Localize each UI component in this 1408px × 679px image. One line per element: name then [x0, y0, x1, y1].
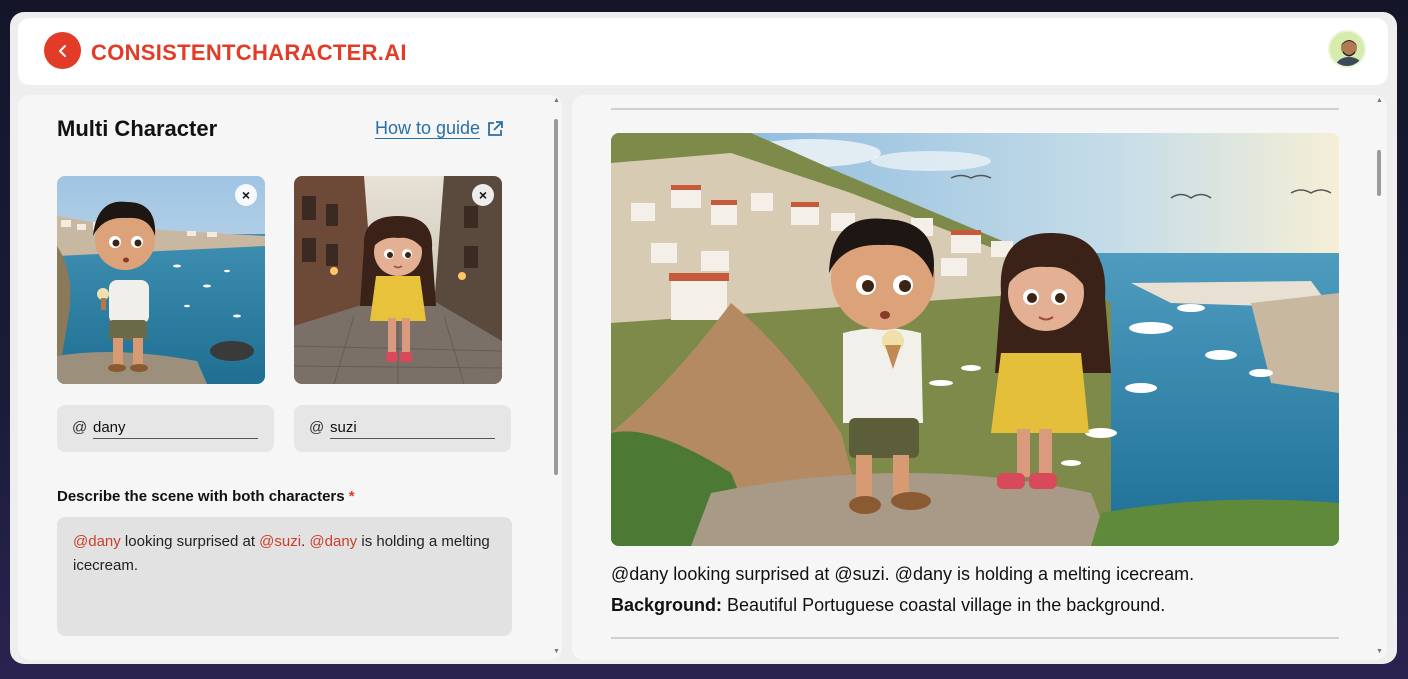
brand-logo[interactable]: CONSISTENTCHARACTER.AI — [91, 40, 407, 66]
at-sign: @ — [309, 419, 325, 436]
panel-title: Multi Character — [57, 116, 218, 141]
character-name-input[interactable] — [93, 417, 258, 439]
top-bar: CONSISTENTCHARACTER.AI — [18, 18, 1388, 85]
left-panel: Multi Character How to guide × × @ dany … — [18, 95, 562, 660]
character-name-input[interactable] — [330, 417, 495, 439]
background-label: Background: — [611, 595, 723, 615]
how-to-guide-label: How to guide — [375, 118, 481, 138]
scroll-up-arrow[interactable]: ▲ — [1376, 97, 1383, 104]
chevron-left-icon — [58, 44, 66, 57]
mention-suzi: @suzi — [259, 533, 302, 550]
how-to-guide-link[interactable]: How to guide — [375, 118, 504, 139]
scene-label: Describe the scene with both characters … — [57, 488, 355, 505]
right-scrollbar-thumb[interactable] — [1377, 150, 1381, 196]
external-link-icon — [488, 120, 503, 136]
background-value: Beautiful Portuguese coastal village in … — [722, 595, 1166, 615]
at-sign: @ — [72, 419, 88, 436]
mention-dany: @dany — [73, 533, 121, 550]
remove-character-button[interactable]: × — [235, 184, 257, 206]
mention-dany: @dany — [309, 533, 358, 550]
divider — [611, 108, 1339, 110]
app-window: CONSISTENTCHARACTER.AI Multi Character H… — [10, 12, 1397, 664]
scene-label-text: Describe the scene with both characters — [57, 488, 345, 505]
character-name-field-suzi: @ — [294, 405, 511, 452]
back-button[interactable] — [44, 32, 81, 69]
user-avatar[interactable] — [1328, 30, 1366, 68]
generated-image[interactable] — [611, 133, 1339, 546]
result-prompt-text: @dany looking surprised at @suzi. @dany … — [611, 564, 1195, 584]
character-image-dany — [57, 176, 265, 384]
character-image-suzi — [294, 176, 502, 384]
scroll-up-arrow[interactable]: ▲ — [553, 97, 560, 104]
remove-character-button[interactable]: × — [472, 184, 494, 206]
character-name-field-dany: @ — [57, 405, 274, 452]
scroll-down-arrow[interactable]: ▼ — [1376, 648, 1383, 655]
character-card-dany[interactable]: × — [57, 176, 265, 384]
left-scrollbar-thumb[interactable] — [554, 119, 558, 475]
scroll-down-arrow[interactable]: ▼ — [553, 648, 560, 655]
result-background-text: Background: Beautiful Portuguese coastal… — [611, 595, 1165, 616]
divider — [611, 637, 1339, 639]
right-panel: @dany looking surprised at @suzi. @dany … — [572, 95, 1387, 660]
character-card-suzi[interactable]: × — [294, 176, 502, 384]
scene-textarea[interactable]: @dany looking surprised at @suzi. @dany … — [57, 517, 512, 636]
scene-text: looking surprised at — [120, 533, 260, 550]
required-mark: * — [348, 488, 355, 505]
